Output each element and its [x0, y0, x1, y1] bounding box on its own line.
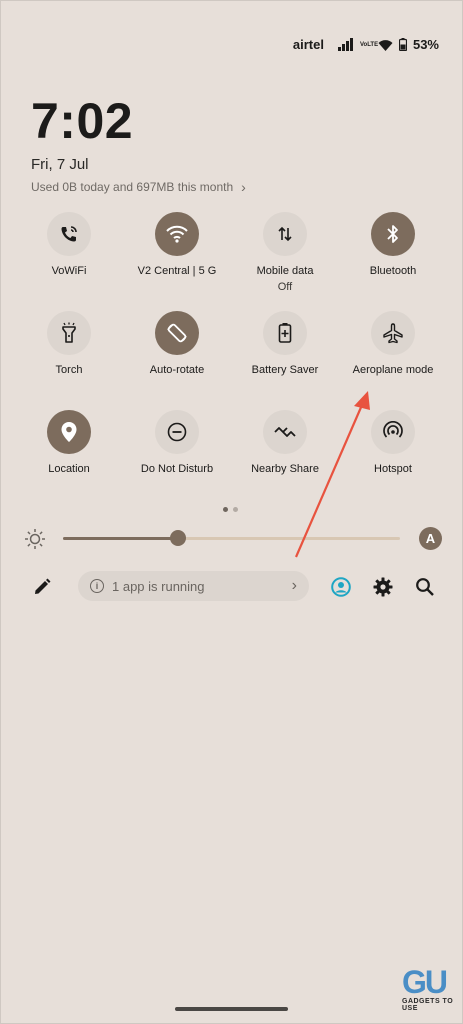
- home-indicator[interactable]: [175, 1007, 288, 1011]
- annotation-arrow-icon: [294, 391, 370, 558]
- watermark-logo: GU GADGETS TO USE: [402, 966, 458, 1014]
- watermark-text: GADGETS TO USE: [402, 998, 454, 1012]
- watermark-logo-mark: GU: [402, 964, 448, 1000]
